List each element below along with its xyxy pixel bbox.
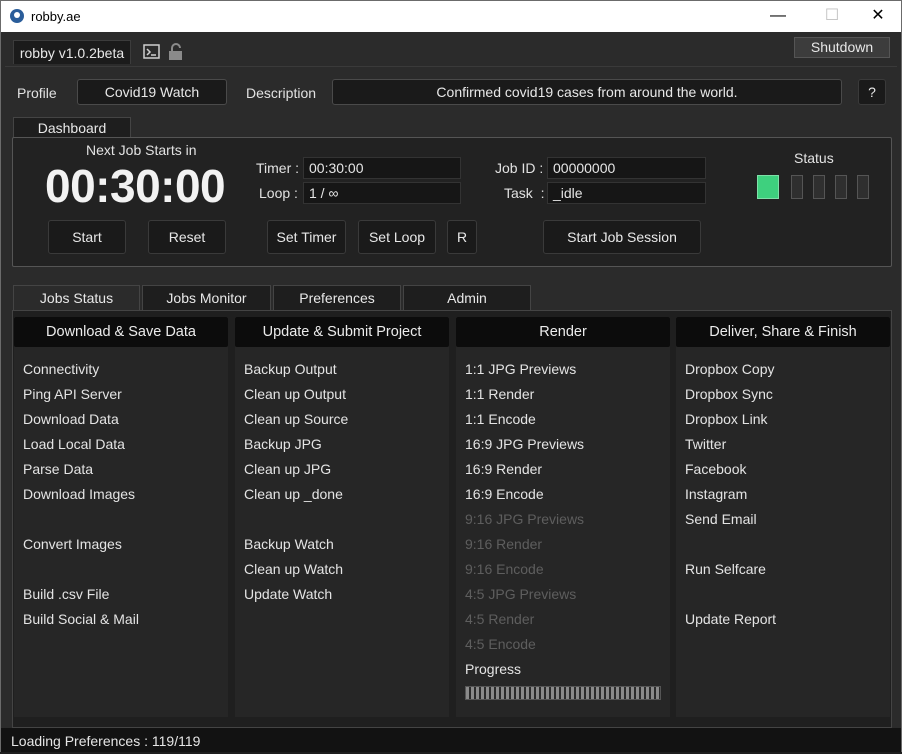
robby-app-icon <box>10 9 24 23</box>
job-step-item: Download Images <box>23 486 136 502</box>
render-progress-bar <box>465 686 661 700</box>
timer-label: Timer : <box>256 160 300 176</box>
job-step-item: 1:1 Render <box>465 386 535 402</box>
profile-label: Profile <box>17 85 57 101</box>
window-title: robby.ae <box>31 9 81 24</box>
column-header: Update & Submit Project <box>235 317 449 347</box>
job-step-item: Clean up Watch <box>244 561 344 577</box>
job-step-item: Ping API Server <box>23 386 122 402</box>
job-step-item: Backup JPG <box>244 436 322 452</box>
timer-input[interactable]: 00:30:00 <box>303 157 461 179</box>
set-timer-button[interactable]: Set Timer <box>267 220 346 254</box>
description-label: Description <box>246 85 317 101</box>
job-step-item: Clean up Output <box>244 386 346 402</box>
render-column: Render 1:1 JPG Previews 1:1 Render 1:1 Enco… <box>456 317 670 717</box>
description-field[interactable]: Confirmed covid19 cases from around the … <box>332 79 842 105</box>
profile-select[interactable]: Covid19 Watch <box>77 79 227 105</box>
job-step-item: Instagram <box>685 486 748 502</box>
job-step-item: Load Local Data <box>23 436 125 452</box>
version-tab[interactable]: robby v1.0.2beta <box>13 40 131 64</box>
task-input[interactable]: _idle <box>547 182 706 204</box>
job-step-item: Progress <box>465 661 522 677</box>
close-button[interactable]: ✕ <box>855 1 901 32</box>
job-step-item: Clean up Source <box>244 411 349 427</box>
job-step-item: 16:9 Encode <box>465 486 544 502</box>
help-button[interactable]: ? <box>858 79 886 105</box>
title-bar: robby.ae — ☐ ✕ <box>1 1 901 32</box>
app-window: robby.ae — ☐ ✕ robby v1.0.2beta Shutdown… <box>0 0 902 752</box>
job-step-item: Build .csv File <box>23 586 110 602</box>
loop-label: Loop : <box>259 185 298 201</box>
status-led <box>813 175 825 199</box>
job-step-item: Backup Output <box>244 361 337 377</box>
shutdown-button[interactable]: Shutdown <box>794 37 890 58</box>
tab-jobs-status[interactable]: Jobs Status <box>13 285 140 310</box>
minimize-button[interactable]: — <box>755 1 801 32</box>
job-step-item: Clean up _done <box>244 486 343 502</box>
job-step-item: 9:16 Encode <box>465 561 544 577</box>
job-step-item: 4:5 JPG Previews <box>465 586 577 602</box>
job-step-item: Backup Watch <box>244 536 334 552</box>
job-step-item: 1:1 JPG Previews <box>465 361 577 377</box>
status-bar: Loading Preferences : 119/119 <box>1 728 901 752</box>
download-save-data-column: Download & Save Data Connectivity Ping API… <box>14 317 228 717</box>
reset-button[interactable]: Reset <box>148 220 226 254</box>
deliver-share-finish-column: Deliver, Share & Finish Dropbox Copy Dropb… <box>676 317 890 717</box>
r-button[interactable]: R <box>447 220 477 254</box>
status-label: Status <box>794 150 834 166</box>
update-submit-project-column: Update & Submit Project Backup Output Clea… <box>235 317 449 717</box>
job-id-input[interactable]: 00000000 <box>547 157 706 179</box>
column-header: Render <box>456 317 670 347</box>
status-led <box>757 175 779 199</box>
status-led <box>791 175 803 199</box>
job-step-item: Download Data <box>23 411 119 427</box>
status-led <box>835 175 847 199</box>
job-step-item: 4:5 Render <box>465 611 535 627</box>
job-step-item: Dropbox Link <box>685 411 768 427</box>
status-led <box>857 175 869 199</box>
maximize-button[interactable]: ☐ <box>809 1 855 32</box>
column-header: Deliver, Share & Finish <box>676 317 890 347</box>
job-step-item: Update Watch <box>244 586 333 602</box>
tab-dashboard[interactable]: Dashboard <box>13 117 131 138</box>
job-step-item: 1:1 Encode <box>465 411 536 427</box>
start-button[interactable]: Start <box>48 220 126 254</box>
unlock-icon[interactable] <box>167 43 185 61</box>
job-step-item: Twitter <box>685 436 727 452</box>
loop-input[interactable]: 1 / ∞ <box>303 182 461 204</box>
job-step-item: Update Report <box>685 611 777 627</box>
countdown-display: 00:30:00 <box>45 160 226 212</box>
job-step-item: Send Email <box>685 511 757 527</box>
job-step-item: Dropbox Sync <box>685 386 773 402</box>
tab-preferences[interactable]: Preferences <box>273 285 401 310</box>
next-job-label: Next Job Starts in <box>86 142 197 158</box>
job-id-label: Job ID : <box>495 160 544 176</box>
terminal-icon[interactable] <box>143 43 161 61</box>
tab-admin[interactable]: Admin <box>403 285 531 310</box>
start-job-session-button[interactable]: Start Job Session <box>543 220 701 254</box>
job-step-item: 16:9 Render <box>465 461 543 477</box>
tab-jobs-monitor[interactable]: Jobs Monitor <box>142 285 271 310</box>
job-step-item: Facebook <box>685 461 747 477</box>
job-step-item: 9:16 Render <box>465 536 543 552</box>
job-step-item: Run Selfcare <box>685 561 766 577</box>
job-step-item: 4:5 Encode <box>465 636 536 652</box>
job-step-item: 9:16 JPG Previews <box>465 511 585 527</box>
job-step-item: Parse Data <box>23 461 94 477</box>
set-loop-button[interactable]: Set Loop <box>358 220 436 254</box>
job-step-item: Convert Images <box>23 536 122 552</box>
task-label: Task : <box>504 185 545 201</box>
column-header: Download & Save Data <box>14 317 228 347</box>
job-step-item: Build Social & Mail <box>23 611 139 627</box>
job-step-item: Connectivity <box>23 361 100 377</box>
job-step-item: Clean up JPG <box>244 461 332 477</box>
job-step-item: 16:9 JPG Previews <box>465 436 585 452</box>
job-step-item: Dropbox Copy <box>685 361 775 377</box>
